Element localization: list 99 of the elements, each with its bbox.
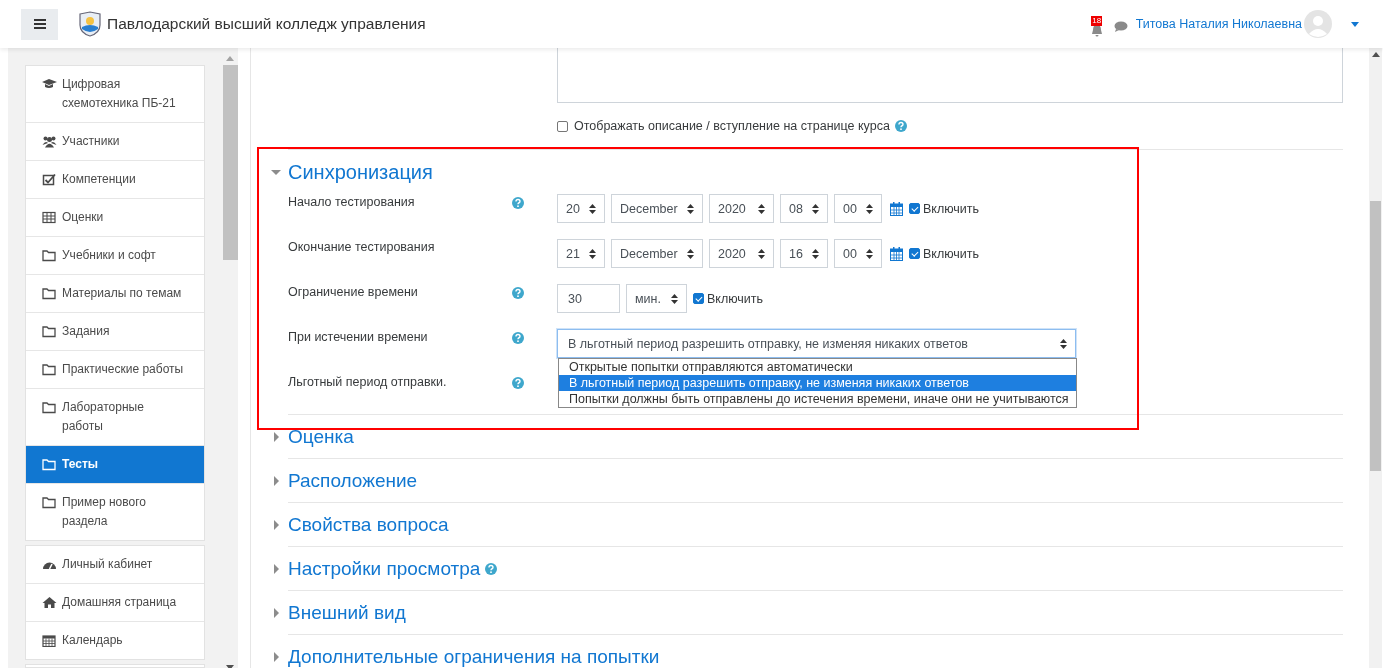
dropdown-field[interactable]: 21 [557,239,605,268]
help-icon[interactable] [512,287,524,299]
section-title[interactable]: Оценка [288,425,354,448]
up-down-caret-icon [687,203,694,214]
checkbox-label: Включить [923,201,980,216]
nav-item[interactable]: Пример нового раздела [26,484,204,540]
dropdown-field[interactable]: 00 [834,239,882,268]
up-down-caret-icon [1060,338,1067,349]
nav-item[interactable]: Практические работы [26,351,204,389]
expand-triangle-icon[interactable] [271,519,281,530]
nav-item[interactable]: Компетенции [26,161,204,199]
field-label: Льготный период отправки. [288,374,448,389]
expand-triangle-icon[interactable] [271,431,281,442]
menu-button[interactable] [21,8,58,40]
up-down-caret-icon [687,248,694,259]
field-label: Окончание тестирования [288,239,436,254]
help-icon[interactable] [512,377,524,389]
calendar-icon[interactable] [890,246,903,261]
section-title[interactable]: Свойства вопроса [288,513,449,536]
home-icon [42,596,57,609]
dropdown-field[interactable]: December [611,239,703,268]
dropdown-field[interactable]: 00 [834,194,882,223]
section-title[interactable]: Внешний вид [288,601,406,624]
collapse-triangle-icon[interactable] [271,167,281,177]
dropdown-field[interactable]: мин. [626,284,687,313]
dropdown-field[interactable]: В льготный период разрешить отправку, не изменяя никаких ответов [557,329,1076,358]
nav-item[interactable]: Материалы по темам [26,275,204,313]
dropdown-field[interactable]: December [611,194,703,223]
nav-item[interactable]: Тесты [26,446,204,484]
nav-item[interactable]: Домашняя страница [26,584,204,622]
dropdown-option[interactable]: В льготный период разрешить отправку, не изменяя никаких ответов [559,375,1076,391]
dropdown-field[interactable]: 08 [780,194,828,223]
checkbox-label: Включить [923,246,980,261]
up-down-caret-icon [866,248,873,259]
user-name[interactable]: Титова Наталия Николаевна [1135,17,1302,31]
notification-count: 18 [1091,15,1103,26]
section-title[interactable]: Синхронизация [288,160,433,184]
nav-item[interactable]: Личный кабинет [26,546,204,584]
section-title[interactable]: Дополнительные ограничения на попытки [288,645,660,668]
nav-item[interactable]: Участники [26,123,204,161]
shield-logo-icon [78,11,102,37]
field-label: Начало тестирования [288,194,416,209]
up-down-caret-icon [671,293,678,304]
checkbox-icon [42,173,57,186]
nav-item[interactable]: Учебники и софт [26,237,204,275]
calendar-icon [42,634,57,647]
help-icon[interactable] [485,562,498,575]
expand-triangle-icon[interactable] [271,563,281,574]
expand-triangle-icon[interactable] [271,475,281,486]
nav-item[interactable]: Оценки [26,199,204,237]
folder-icon [42,249,57,262]
folder-icon [42,401,57,414]
up-down-caret-icon [758,203,765,214]
up-down-caret-icon [812,203,819,214]
checkbox[interactable] [909,248,920,259]
nav-item[interactable]: Задания [26,313,204,351]
menu-icon [33,19,46,29]
calendar-icon[interactable] [890,201,903,216]
users-icon [42,135,57,148]
section-title[interactable]: Расположение [288,469,418,492]
table-icon [42,211,57,224]
checkbox[interactable] [909,203,920,214]
folder-icon [42,496,57,509]
caret-icon[interactable] [1351,21,1359,27]
checkbox[interactable] [693,293,704,304]
dropdown-field[interactable]: 2020 [709,239,774,268]
field-label: При истечении времени [288,329,429,344]
checkbox-label: Включить [707,291,764,306]
help-icon[interactable] [512,332,524,344]
nav-item[interactable]: Календарь [26,622,204,659]
chat-bubble-icon[interactable] [1113,20,1128,32]
up-down-caret-icon [812,248,819,259]
help-icon[interactable] [512,197,524,209]
graduation-cap-icon [42,78,57,91]
folder-icon [42,363,57,376]
scroll-up-arrow-icon[interactable] [1371,52,1380,57]
nav-item[interactable]: Цифровая схемотехника ПБ-21 [26,66,204,123]
checkbox-label: Отображать описание / вступление на странице курса [574,119,890,133]
input-field[interactable]: 30 [557,284,620,313]
expand-triangle-icon[interactable] [271,651,281,662]
up-down-caret-icon [866,203,873,214]
up-down-caret-icon [758,248,765,259]
dropdown-field[interactable]: 16 [780,239,828,268]
checkbox[interactable] [557,120,568,132]
dropdown-field[interactable]: 2020 [709,194,774,223]
up-down-caret-icon [589,248,596,259]
expand-triangle-icon[interactable] [271,607,281,618]
folder-icon [42,325,57,338]
section-title[interactable]: Настройки просмотра [288,557,481,580]
page-scrollbar[interactable] [1369,48,1382,668]
dropdown-option[interactable]: Открытые попытки отправляются автоматически [559,359,1076,375]
dropdown-option[interactable]: Попытки должны быть отправлены до истечения времени, иначе они не учитываются [559,391,1076,407]
up-down-caret-icon [589,203,596,214]
site-name[interactable]: Павлодарский высший колледж управления [107,15,426,33]
dropdown-field[interactable]: 20 [557,194,605,223]
help-icon[interactable] [894,120,907,132]
folder-icon [42,458,57,471]
field-label: Ограничение времени [288,284,419,299]
folder-icon [42,287,57,300]
